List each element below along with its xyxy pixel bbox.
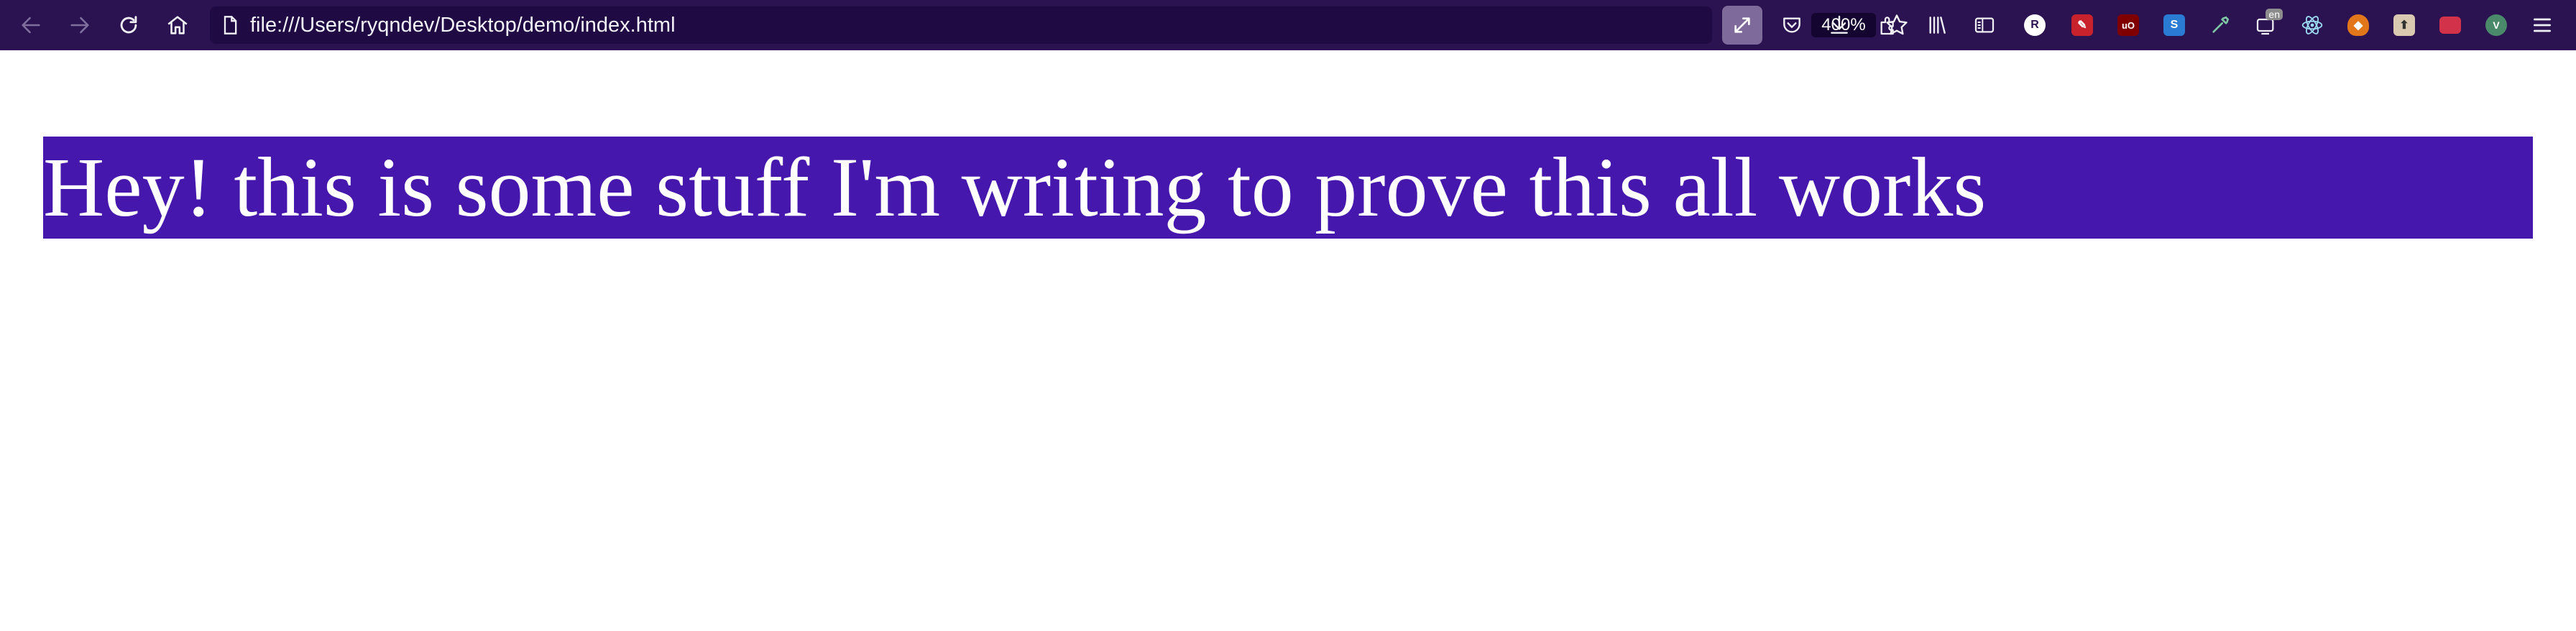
page-icon bbox=[224, 16, 237, 34]
back-icon bbox=[22, 17, 40, 34]
extension-r-button[interactable]: R bbox=[2020, 10, 2050, 40]
pocket-button[interactable] bbox=[1777, 10, 1807, 40]
extension-r-icon: R bbox=[2024, 14, 2046, 36]
forward-button[interactable] bbox=[62, 7, 98, 43]
fullscreen-button[interactable] bbox=[1722, 6, 1762, 45]
extension-dropper-button[interactable] bbox=[2205, 10, 2235, 40]
menu-icon bbox=[2534, 18, 2551, 32]
library-icon bbox=[1929, 17, 1946, 34]
page-content: Hey! this is some stuff I'm writing to p… bbox=[0, 50, 2576, 631]
extension-react-icon bbox=[2301, 16, 2323, 34]
extension-red-pen-button[interactable]: ✎ bbox=[2067, 10, 2097, 40]
home-icon bbox=[167, 16, 188, 34]
browser-toolbar: file:///Users/ryqndev/Desktop/demo/index… bbox=[0, 0, 2576, 50]
extension-ublock-icon: uO bbox=[2117, 14, 2139, 36]
reload-button[interactable] bbox=[111, 7, 147, 43]
extension-vue-button[interactable]: V bbox=[2481, 10, 2511, 40]
download-icon bbox=[1831, 15, 1848, 34]
extension-red-pen-icon: ✎ bbox=[2071, 14, 2093, 36]
extension-ublock-button[interactable]: uO bbox=[2113, 10, 2143, 40]
home-button[interactable] bbox=[160, 7, 196, 43]
extension-react-button[interactable] bbox=[2297, 10, 2327, 40]
fullscreen-icon bbox=[1734, 17, 1750, 33]
sidebar-icon bbox=[1974, 17, 1995, 33]
menu-button[interactable] bbox=[2527, 10, 2557, 40]
extension-metamask-icon: ◆ bbox=[2347, 14, 2369, 36]
extensions-button[interactable] bbox=[1873, 10, 1903, 40]
extension-folder-icon bbox=[2439, 17, 2461, 34]
extension-s-button[interactable]: S bbox=[2159, 10, 2189, 40]
extension-metamask-button[interactable]: ◆ bbox=[2343, 10, 2373, 40]
extension-folder-button[interactable] bbox=[2435, 10, 2465, 40]
library-button[interactable] bbox=[1922, 10, 1952, 40]
pocket-icon bbox=[1783, 17, 1800, 33]
extension-translate-button[interactable]: en bbox=[2251, 9, 2283, 40]
extension-dropper-icon bbox=[2212, 16, 2230, 33]
extension-s-icon: S bbox=[2163, 14, 2185, 36]
back-button[interactable] bbox=[13, 7, 49, 43]
extension-vue-icon: V bbox=[2485, 14, 2507, 36]
url-text[interactable]: file:///Users/ryqndev/Desktop/demo/index… bbox=[250, 6, 676, 44]
extension-badge: en bbox=[2266, 9, 2283, 20]
forward-icon bbox=[70, 17, 89, 34]
url-bar[interactable]: file:///Users/ryqndev/Desktop/demo/index… bbox=[210, 6, 1908, 44]
sidebar-button[interactable] bbox=[1969, 10, 2000, 40]
extension-save-icon: ⬆ bbox=[2393, 14, 2415, 36]
page-headline: Hey! this is some stuff I'm writing to p… bbox=[43, 137, 2533, 239]
extensions-icon bbox=[1880, 17, 1894, 35]
extension-save-button[interactable]: ⬆ bbox=[2389, 10, 2419, 40]
reload-icon bbox=[120, 16, 137, 34]
downloads-button[interactable] bbox=[1824, 10, 1854, 40]
